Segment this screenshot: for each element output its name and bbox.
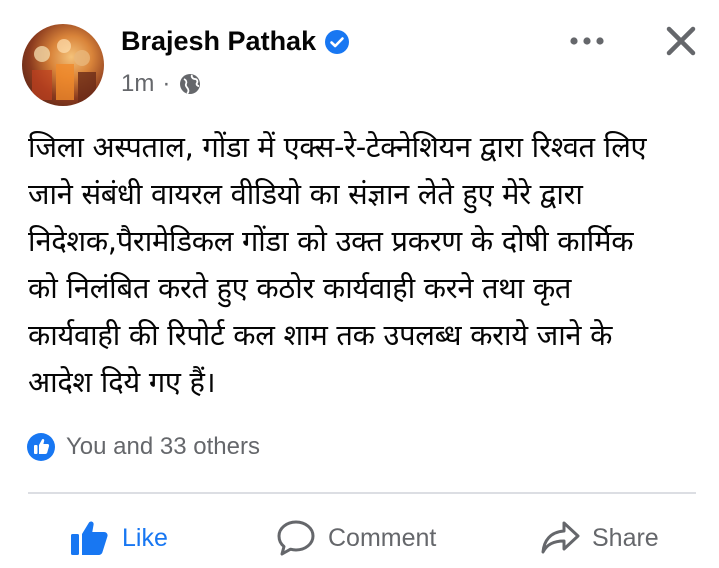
divider: [28, 492, 696, 494]
verified-badge-icon: [325, 29, 350, 54]
reactions-count-text[interactable]: You and 33 others: [66, 433, 260, 461]
avatar[interactable]: [22, 24, 104, 106]
author-name[interactable]: Brajesh Pathak: [121, 26, 350, 57]
thumbs-up-icon: [71, 521, 108, 555]
globe-icon[interactable]: [178, 72, 202, 96]
like-reaction-icon: [27, 433, 55, 461]
post-text-line: जाने संबंधी वायरल वीडियो का संज्ञान लेते…: [28, 177, 583, 211]
comment-label: Comment: [328, 523, 437, 552]
more-options-button[interactable]: [566, 26, 608, 56]
post-text-line: कार्यवाही की रिपोर्ट कल शाम तक उपलब्ध कर…: [28, 318, 613, 352]
post-time[interactable]: 1m: [121, 70, 154, 98]
like-label: Like: [122, 523, 168, 552]
post-header: Brajesh Pathak 1m ·: [0, 0, 719, 110]
reactions-summary[interactable]: You and 33 others: [26, 432, 260, 462]
more-options-icon: [570, 37, 604, 45]
post-actions: Like Comment Share: [0, 508, 719, 568]
share-button[interactable]: Share: [540, 512, 659, 564]
author-name-text[interactable]: Brajesh Pathak: [121, 26, 316, 57]
post-body: जिला अस्पताल, गोंडा में एक्स-रे-टेक्नेशि…: [28, 124, 700, 406]
comment-button[interactable]: Comment: [276, 512, 436, 564]
share-label: Share: [592, 523, 659, 552]
like-button[interactable]: Like: [70, 512, 168, 564]
close-icon: [666, 26, 696, 56]
comment-icon: [277, 520, 315, 556]
post-meta: 1m ·: [121, 70, 202, 98]
meta-separator: ·: [162, 70, 171, 97]
share-icon: [541, 521, 580, 554]
post-text-line: निदेशक,पैरामेडिकल गोंडा को उक्त प्रकरण क…: [28, 224, 634, 258]
post-text-line: को निलंबित करते हुए कठोर कार्यवाही करने …: [28, 271, 572, 305]
post-text-line: आदेश दिये गए हैं।: [28, 365, 216, 399]
close-button[interactable]: [660, 20, 702, 62]
post-text-line: जिला अस्पताल, गोंडा में एक्स-रे-टेक्नेशि…: [28, 130, 647, 164]
